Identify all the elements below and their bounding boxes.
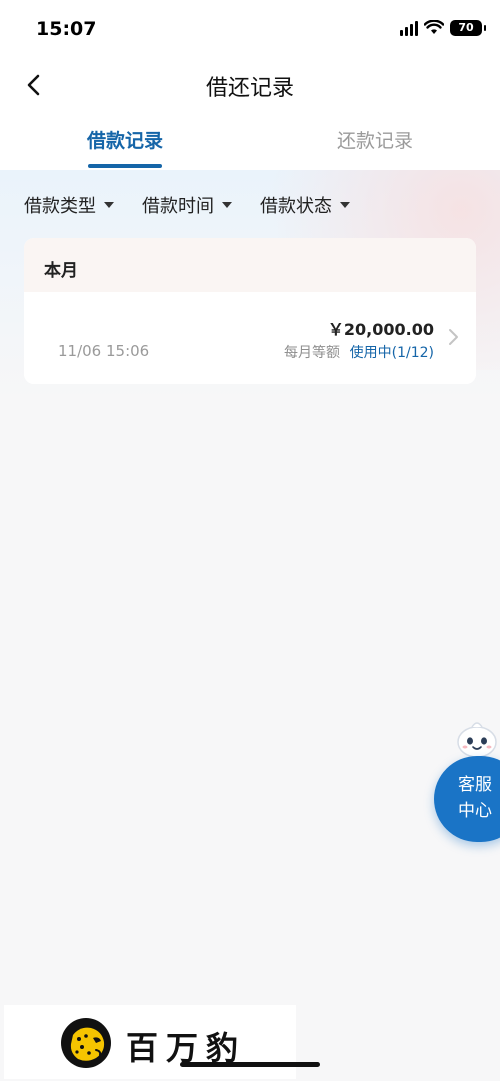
page-title: 借还记录 [205,76,294,101]
customer-service-label: 客服中心 [458,775,492,821]
customer-service-button[interactable]: 客服中心 [434,756,500,842]
signal-icon [400,20,418,36]
caret-down-icon [104,202,114,208]
home-indicator [180,1062,320,1067]
status-icons: 70 [400,20,486,36]
filter-loan-status[interactable]: 借款状态 [260,192,350,218]
mascot-icon[interactable] [454,716,500,760]
record-repay-plan: 每月等额 [284,345,340,361]
month-group-card: 本月 11/06 15:06 ￥20,000.00 每月等额 使用中(1/12) [24,238,476,384]
tab-borrow-records[interactable]: 借款记录 [45,126,205,153]
loan-record-row[interactable]: 11/06 15:06 ￥20,000.00 每月等额 使用中(1/12) [24,292,476,384]
status-time: 15:07 [36,18,97,40]
tab-repay-records[interactable]: 还款记录 [295,126,455,153]
brand-bar: 百万豹 [4,1005,296,1079]
record-datetime: 11/06 15:06 [58,342,150,360]
active-tab-indicator [88,164,162,168]
filter-loan-time[interactable]: 借款时间 [142,192,232,218]
nav-bar: 借还记录 [0,60,500,112]
leopard-logo-icon [61,1018,111,1068]
battery-icon: 70 [450,20,486,36]
filter-loan-status-label: 借款状态 [260,196,332,217]
caret-down-icon [340,202,350,208]
record-amount: ￥20,000.00 [327,320,434,339]
filter-loan-type-label: 借款类型 [24,196,96,217]
filter-loan-time-label: 借款时间 [142,196,214,217]
filter-bar: 借款类型 借款时间 借款状态 [24,192,350,218]
caret-down-icon [222,202,232,208]
wifi-icon [424,20,444,34]
month-header: 本月 [24,238,476,292]
filter-loan-type[interactable]: 借款类型 [24,192,114,218]
record-status: 使用中(1/12) [349,345,434,361]
chevron-right-icon [449,329,458,345]
status-bar: 15:07 70 [0,0,500,60]
record-tabs: 借款记录 还款记录 [0,112,500,170]
